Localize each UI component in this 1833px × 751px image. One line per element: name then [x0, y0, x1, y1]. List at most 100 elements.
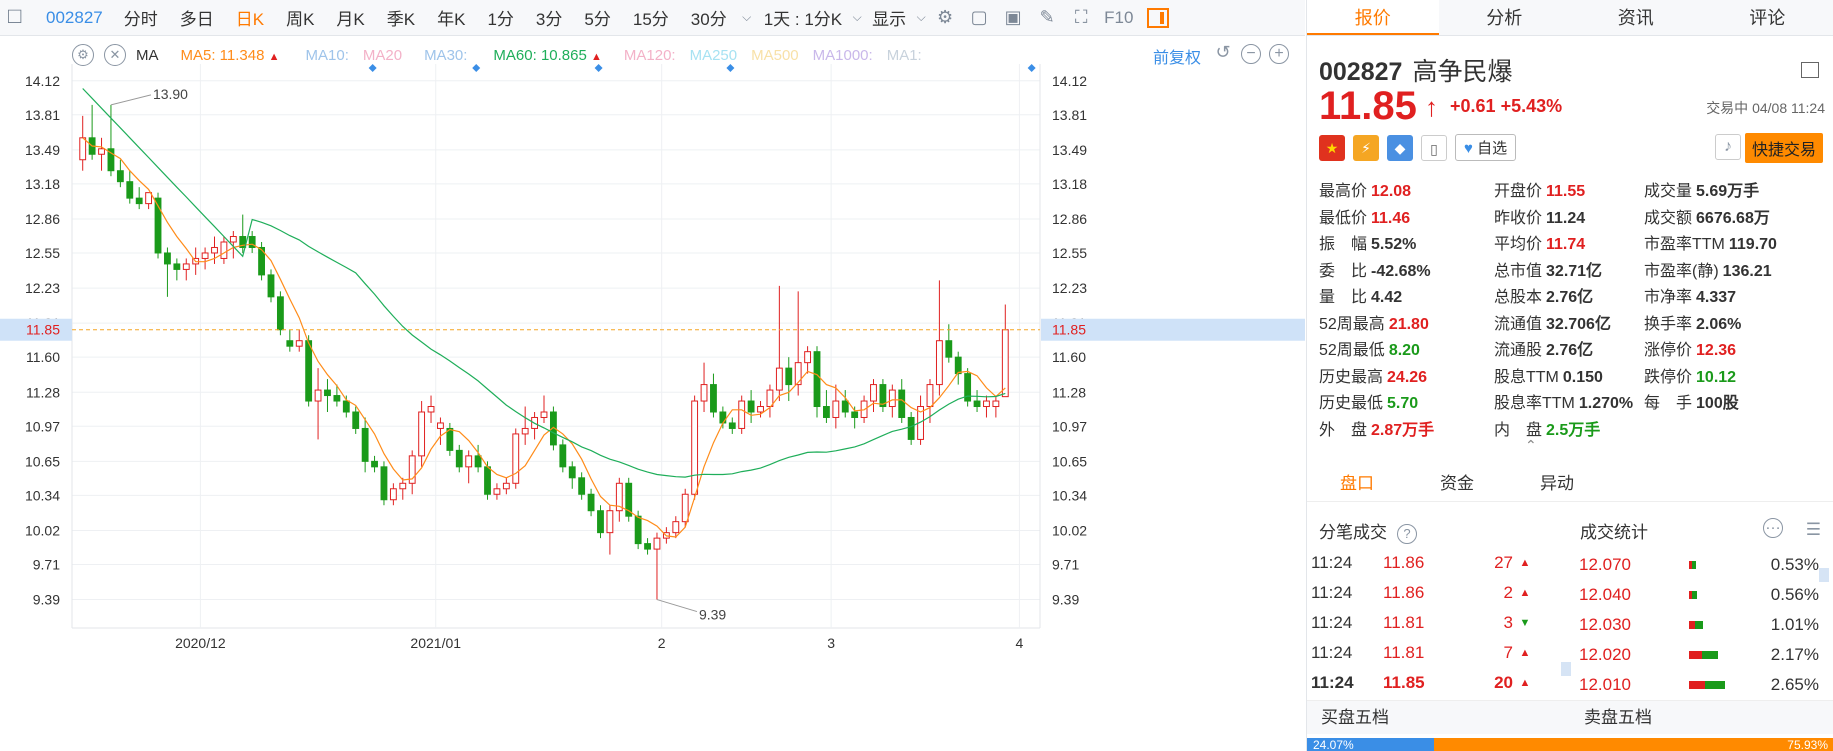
stat-cell: 市盈率(静) 136.21 [1644, 257, 1819, 281]
stat-label: 成交量 [1644, 183, 1693, 201]
tag-icon[interactable]: ◆ [1387, 134, 1413, 161]
tab-weekly-k[interactable]: 周K [275, 5, 325, 30]
tab-5min[interactable]: 5分 [573, 5, 621, 30]
chevron-down-icon[interactable]: ⌵ [738, 10, 756, 25]
candle-body [314, 389, 322, 402]
stat-value: 4.337 [1696, 289, 1737, 307]
tab-1min[interactable]: 1分 [476, 5, 524, 30]
tab-monthly-k[interactable]: 月K [325, 5, 375, 30]
stat-label: 流通股 [1494, 342, 1543, 360]
tick-row: 11:24 11.81 7 ▲ [1311, 638, 1551, 668]
f10-button[interactable]: F10 [1098, 8, 1139, 28]
chevron-down-icon[interactable]: ⌵ [850, 10, 864, 25]
volume-stat-row: 12.010 2.65% [1579, 670, 1824, 700]
stat-label: 最低价 [1319, 209, 1368, 227]
stock-name: 高争民爆 [1412, 58, 1513, 86]
stock-code-link[interactable]: 002827 [0, 8, 113, 28]
china-flag-icon[interactable]: ★ [1319, 134, 1345, 161]
event-marker-icon [1027, 64, 1036, 72]
sell-power-bar: 75.93% [1433, 738, 1833, 751]
chevron-up-icon[interactable]: ⌃ [1525, 437, 1537, 454]
bell-icon[interactable]: ♪ [1715, 134, 1741, 160]
fullscreen-icon[interactable]: ⛶ [1064, 7, 1098, 28]
tab-yearly-k[interactable]: 年K [426, 5, 476, 30]
tab-comments[interactable]: 评论 [1702, 0, 1833, 35]
candle-body [785, 367, 793, 386]
quote-panel: 报价 分析 资讯 评论 002827 高争民爆 11.85 ↑ +0.61 +5.… [1306, 0, 1833, 751]
kline-svg[interactable]: 14.12 14.12 13.81 13.81 13.49 13.49 13.18 13.18… [0, 36, 1305, 751]
more-icon[interactable]: … [1763, 517, 1783, 538]
candle-body [333, 395, 341, 402]
candle-body [98, 148, 105, 155]
chart-toolbar: □ 002827 分时 多日 日K 周K 月K 季K 年K 1分 3分 5分 1… [0, 0, 1305, 36]
y-tick-label-left: 12.23 [25, 280, 60, 296]
stat-cell: 52周最高 21.80 [1319, 310, 1494, 334]
panel-toggle-icon[interactable] [1147, 7, 1170, 28]
tab-anomaly[interactable]: 异动 [1507, 468, 1607, 501]
stat-value: 5.69万手 [1696, 183, 1760, 201]
candle-body [474, 455, 482, 468]
y-tick-label-right: 11.60 [1052, 349, 1086, 365]
candle-body [484, 466, 491, 495]
tab-fenshi[interactable]: 分时 [113, 5, 169, 30]
sidebar-icon[interactable] [1801, 62, 1819, 78]
y-tick-label-left: 13.18 [25, 176, 60, 192]
tick-row: 11:24 11.85 20 ▲ [1311, 668, 1551, 698]
stat-value: 2.87万手 [1371, 421, 1435, 439]
display-select[interactable]: 显示 [864, 5, 914, 30]
scrollbar[interactable] [1561, 662, 1571, 676]
quick-trade-button[interactable]: 快捷交易 [1744, 133, 1823, 163]
volume-stat-price: 12.020 [1579, 645, 1631, 664]
candle-body [700, 384, 708, 402]
settings-icon[interactable]: ⚙ [928, 7, 962, 28]
stat-value: 100股 [1696, 395, 1739, 413]
current-price-label-right: 11.85 [1052, 322, 1086, 338]
stat-label: 52周最低 [1319, 342, 1385, 360]
tab-funds[interactable]: 资金 [1407, 468, 1507, 501]
tab-analysis[interactable]: 分析 [1439, 0, 1571, 35]
y-tick-label-left: 12.86 [25, 211, 60, 227]
stat-cell: 最低价 11.46 [1319, 204, 1494, 228]
candle-body [606, 510, 614, 534]
stat-label: 历史最低 [1319, 395, 1384, 413]
tab-pankou[interactable]: 盘口 [1307, 468, 1407, 501]
tick-volume: 3 [1503, 613, 1513, 632]
pencil-icon[interactable]: ✎ [1030, 7, 1064, 28]
scrollbar[interactable] [1819, 568, 1829, 582]
camera-icon[interactable]: ▣ [996, 7, 1030, 28]
candle-body [437, 422, 444, 429]
stat-value: 12.08 [1371, 183, 1412, 201]
candle-body [559, 444, 567, 468]
list-icon[interactable]: ☰ [1806, 520, 1821, 540]
chevron-down-icon[interactable]: ⌵ [914, 10, 928, 25]
kline-chart-area[interactable]: ⚙ ✕ MA MA5: 11.348 ▲ MA10: MA20 MA30: MA… [0, 36, 1305, 751]
stat-label: 股息率TTM [1494, 395, 1575, 413]
stat-label: 52周最高 [1319, 315, 1385, 333]
candle-body [512, 433, 520, 484]
tab-quote[interactable]: 报价 [1307, 0, 1439, 35]
tab-daily-k[interactable]: 日K [225, 5, 275, 30]
candle-body [540, 411, 548, 418]
tab-15min[interactable]: 15分 [622, 5, 680, 30]
lightning-icon[interactable]: ⚡ [1353, 134, 1379, 161]
candle-body [116, 170, 124, 183]
y-tick-label-right: 12.86 [1052, 211, 1087, 227]
tab-multi-day[interactable]: 多日 [169, 5, 225, 30]
tab-news[interactable]: 资讯 [1570, 0, 1702, 35]
stat-label: 涨停价 [1644, 342, 1693, 360]
y-tick-label-right: 9.71 [1052, 556, 1079, 572]
tab-quarterly-k[interactable]: 季K [376, 5, 426, 30]
stats-row: 振 幅 5.52% 平均价 11.74 市盈率TTM 119.70 [1319, 229, 1829, 256]
square-icon[interactable]: ▢ [962, 7, 996, 28]
stat-cell: 跌停价 10.12 [1644, 363, 1819, 387]
interval-select[interactable]: 1天 : 1分K [756, 5, 850, 30]
add-watchlist-button[interactable]: ♥ 自选 [1455, 134, 1517, 161]
candle-body [832, 400, 840, 418]
bookmark-icon[interactable]: ▯ [1421, 134, 1447, 161]
tab-3min[interactable]: 3分 [525, 5, 573, 30]
tab-30min[interactable]: 30分 [680, 5, 738, 30]
help-icon[interactable]: ? [1397, 524, 1417, 544]
stat-value: 10.12 [1696, 368, 1737, 386]
candle-body [973, 400, 981, 408]
candle-body [267, 274, 275, 298]
